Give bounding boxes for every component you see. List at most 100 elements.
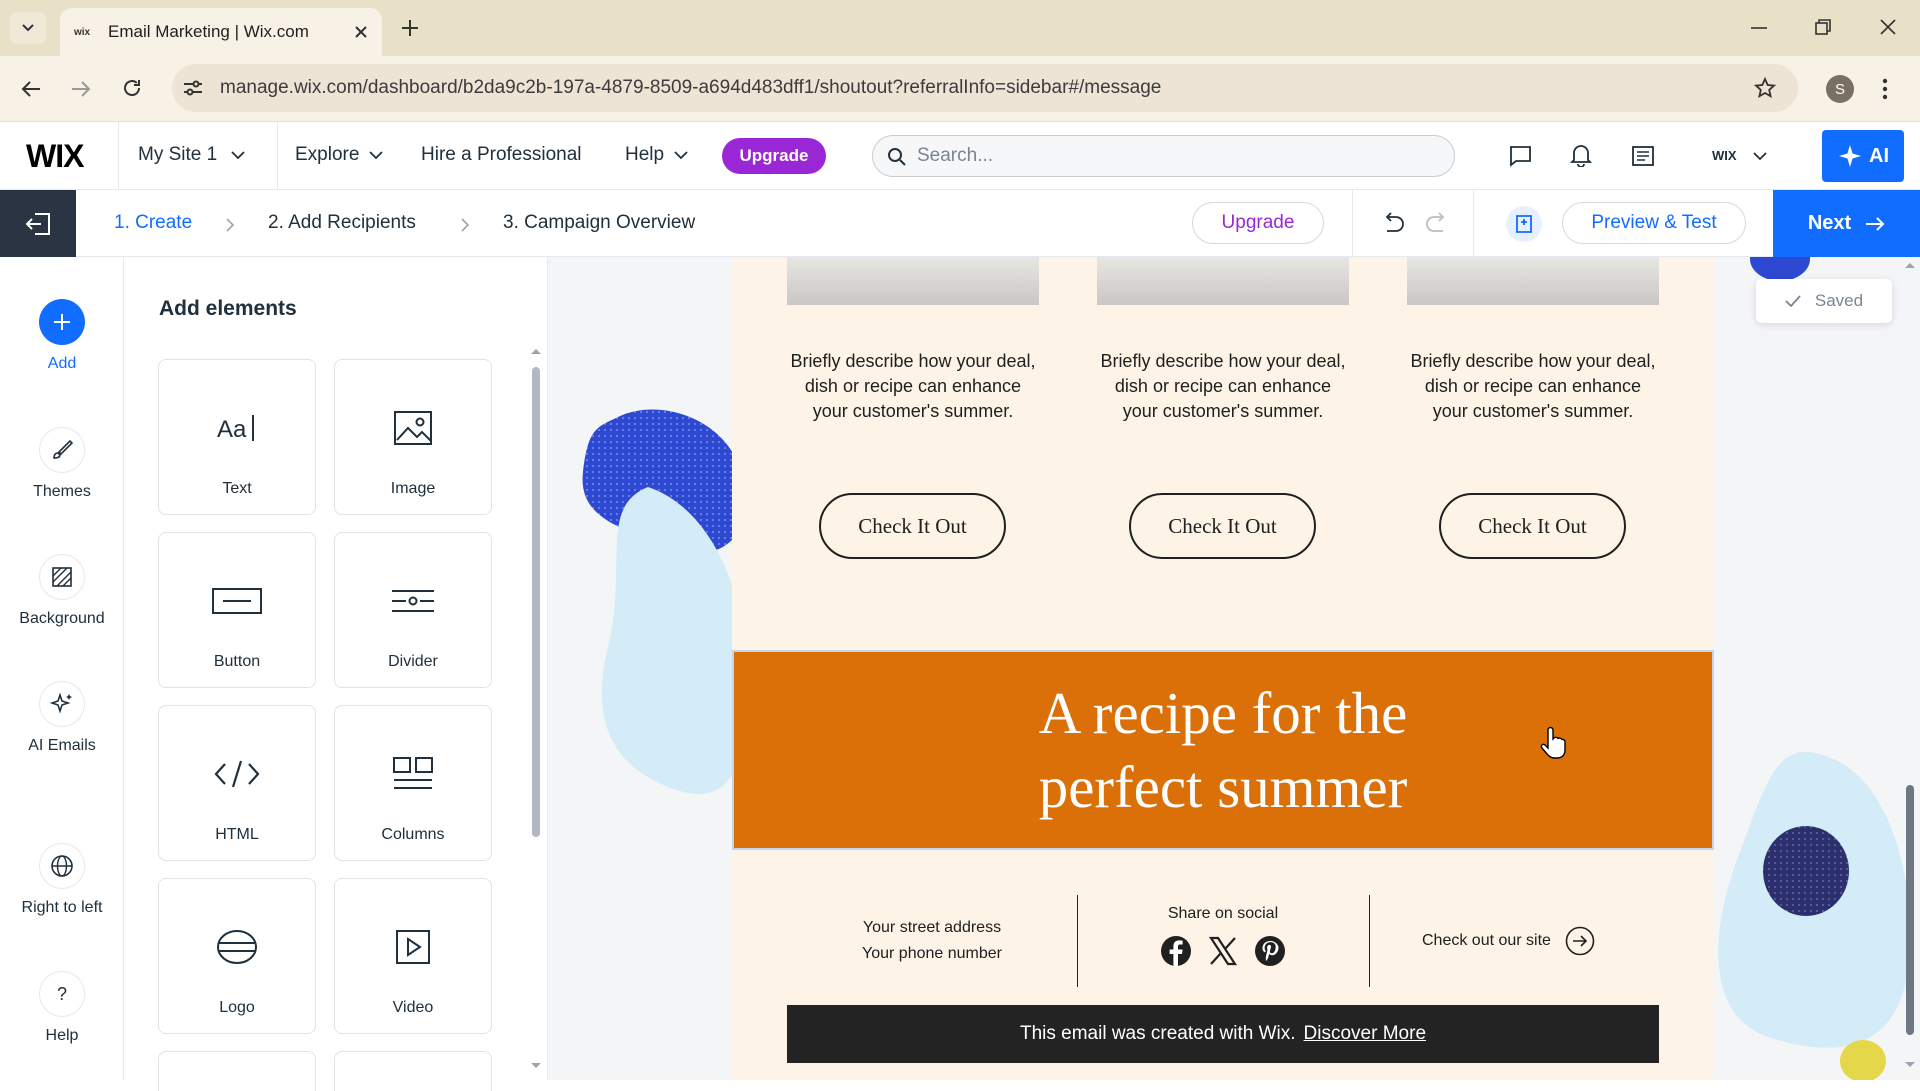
- chevron-down-icon: [369, 151, 384, 160]
- chevron-down-icon: [674, 151, 688, 160]
- search-input[interactable]: Search...: [872, 135, 1455, 177]
- discover-more-link[interactable]: Discover More: [1304, 1023, 1426, 1045]
- new-tab-icon[interactable]: [400, 18, 420, 38]
- share-label: Share on social: [1167, 905, 1279, 922]
- rail-add[interactable]: Add: [0, 299, 124, 373]
- site-selector[interactable]: My Site 1: [138, 144, 245, 166]
- button-icon: [159, 571, 315, 631]
- site-name: My Site 1: [138, 144, 218, 165]
- step-campaign-overview[interactable]: 3. Campaign Overview: [503, 212, 695, 234]
- recipe-banner[interactable]: A recipe for the perfect summer: [732, 650, 1714, 850]
- rail-rtl-label: Right to left: [21, 899, 103, 916]
- account-menu[interactable]: WIX: [1712, 148, 1767, 163]
- card-image[interactable]: [1407, 257, 1659, 305]
- next-button[interactable]: Next: [1773, 190, 1920, 257]
- text-icon: Aa: [159, 398, 315, 458]
- panel-scrollbar-thumb[interactable]: [532, 367, 540, 837]
- scroll-down-icon[interactable]: [530, 1062, 542, 1070]
- x-twitter-icon[interactable]: [1208, 936, 1238, 966]
- email-canvas: Saved Briefly describe how your deal, di…: [548, 257, 1920, 1080]
- window-close-icon[interactable]: [1879, 18, 1897, 36]
- element-image[interactable]: Image: [334, 359, 492, 515]
- code-icon: [159, 744, 315, 804]
- check-out-site-link[interactable]: Check out our site: [1422, 926, 1595, 956]
- decor-light-blue-blob: [601, 487, 748, 794]
- bell-icon[interactable]: [1570, 143, 1592, 167]
- profile-avatar[interactable]: S: [1826, 75, 1854, 103]
- redo-icon[interactable]: [1425, 212, 1449, 234]
- step-create[interactable]: 1. Create: [114, 212, 192, 234]
- restore-icon[interactable]: [1814, 18, 1832, 36]
- browser-tab[interactable]: wix Email Marketing | Wix.com: [60, 8, 382, 56]
- chat-icon[interactable]: [1508, 145, 1532, 167]
- back-arrow-icon[interactable]: [20, 78, 42, 100]
- profile-initial: S: [1834, 80, 1845, 98]
- rail-themes[interactable]: Themes: [0, 427, 124, 501]
- panel-title: Add elements: [159, 297, 297, 320]
- element-text[interactable]: Aa Text: [158, 359, 316, 515]
- element-logo[interactable]: Logo: [158, 878, 316, 1034]
- save-template-button[interactable]: [1506, 206, 1542, 242]
- hire-professional-link[interactable]: Hire a Professional: [421, 144, 582, 166]
- facebook-icon[interactable]: [1160, 935, 1192, 967]
- email-body[interactable]: Briefly describe how your deal, dish or …: [732, 257, 1714, 1080]
- canvas-scrollbar-thumb[interactable]: [1906, 785, 1914, 1035]
- editor-left-rail: Add Themes Background AI Emails Right to…: [0, 257, 124, 1080]
- scroll-up-icon[interactable]: [1904, 261, 1916, 269]
- wix-logo[interactable]: WIX: [26, 138, 84, 175]
- element-divider[interactable]: Divider: [334, 532, 492, 688]
- card-description[interactable]: Briefly describe how your deal, dish or …: [789, 349, 1037, 424]
- scroll-up-icon[interactable]: [530, 347, 542, 355]
- element-label: Text: [222, 480, 252, 497]
- tab-title: Email Marketing | Wix.com: [108, 22, 309, 41]
- rail-help[interactable]: ? Help: [0, 971, 124, 1045]
- pinterest-icon[interactable]: [1254, 935, 1286, 967]
- element-video[interactable]: Video: [334, 878, 492, 1034]
- url-field[interactable]: manage.wix.com/dashboard/b2da9c2b-197a-4…: [172, 64, 1798, 112]
- preview-test-button[interactable]: Preview & Test: [1562, 202, 1746, 244]
- rail-background[interactable]: Background: [0, 554, 124, 628]
- card-image[interactable]: [1097, 257, 1349, 305]
- wix-note: This email was created with Wix.: [1019, 1023, 1296, 1044]
- exit-editor-button[interactable]: [0, 190, 76, 257]
- help-menu[interactable]: Help: [625, 144, 688, 166]
- step-upgrade-button[interactable]: Upgrade: [1192, 202, 1324, 244]
- card-description[interactable]: Briefly describe how your deal, dish or …: [1099, 349, 1347, 424]
- element-more[interactable]: [334, 1051, 492, 1091]
- card-description[interactable]: Briefly describe how your deal, dish or …: [1409, 349, 1657, 424]
- check-it-out-button[interactable]: Check It Out: [1129, 493, 1316, 559]
- close-icon[interactable]: [354, 25, 368, 39]
- minimize-icon[interactable]: [1750, 22, 1768, 34]
- element-columns[interactable]: Columns: [334, 705, 492, 861]
- element-html[interactable]: HTML: [158, 705, 316, 861]
- check-it-out-button[interactable]: Check It Out: [819, 493, 1006, 559]
- explore-menu[interactable]: Explore: [295, 144, 384, 166]
- explore-label: Explore: [295, 144, 360, 165]
- account-label: WIX: [1712, 148, 1737, 163]
- scroll-down-icon[interactable]: [1904, 1061, 1916, 1069]
- rail-right-to-left[interactable]: Right to left: [0, 843, 124, 917]
- rail-themes-label: Themes: [33, 483, 91, 500]
- news-icon[interactable]: [1631, 145, 1655, 167]
- search-placeholder: Search...: [917, 145, 994, 166]
- browser-menu-icon[interactable]: [1882, 78, 1888, 100]
- undo-icon[interactable]: [1381, 212, 1405, 234]
- next-label: Next: [1807, 212, 1852, 234]
- upgrade-button[interactable]: Upgrade: [722, 138, 826, 174]
- bookmark-star-icon[interactable]: [1754, 77, 1776, 99]
- site-settings-icon[interactable]: [182, 78, 204, 98]
- ai-button[interactable]: AI: [1822, 130, 1904, 182]
- element-more[interactable]: [158, 1051, 316, 1091]
- rail-ai-emails[interactable]: AI Emails: [0, 681, 124, 755]
- check-it-out-button[interactable]: Check It Out: [1439, 493, 1626, 559]
- forward-arrow-icon[interactable]: [70, 78, 92, 100]
- reload-icon[interactable]: [121, 77, 143, 99]
- tab-search-button[interactable]: [10, 12, 46, 44]
- video-icon: [335, 917, 491, 977]
- step-add-recipients[interactable]: 2. Add Recipients: [268, 212, 416, 234]
- share-on-social[interactable]: Share on social: [1077, 905, 1369, 967]
- element-button[interactable]: Button: [158, 532, 316, 688]
- card-image[interactable]: [787, 257, 1039, 305]
- svg-text:Aa: Aa: [217, 416, 247, 443]
- footer-address[interactable]: Your street address Your phone number: [822, 915, 1042, 967]
